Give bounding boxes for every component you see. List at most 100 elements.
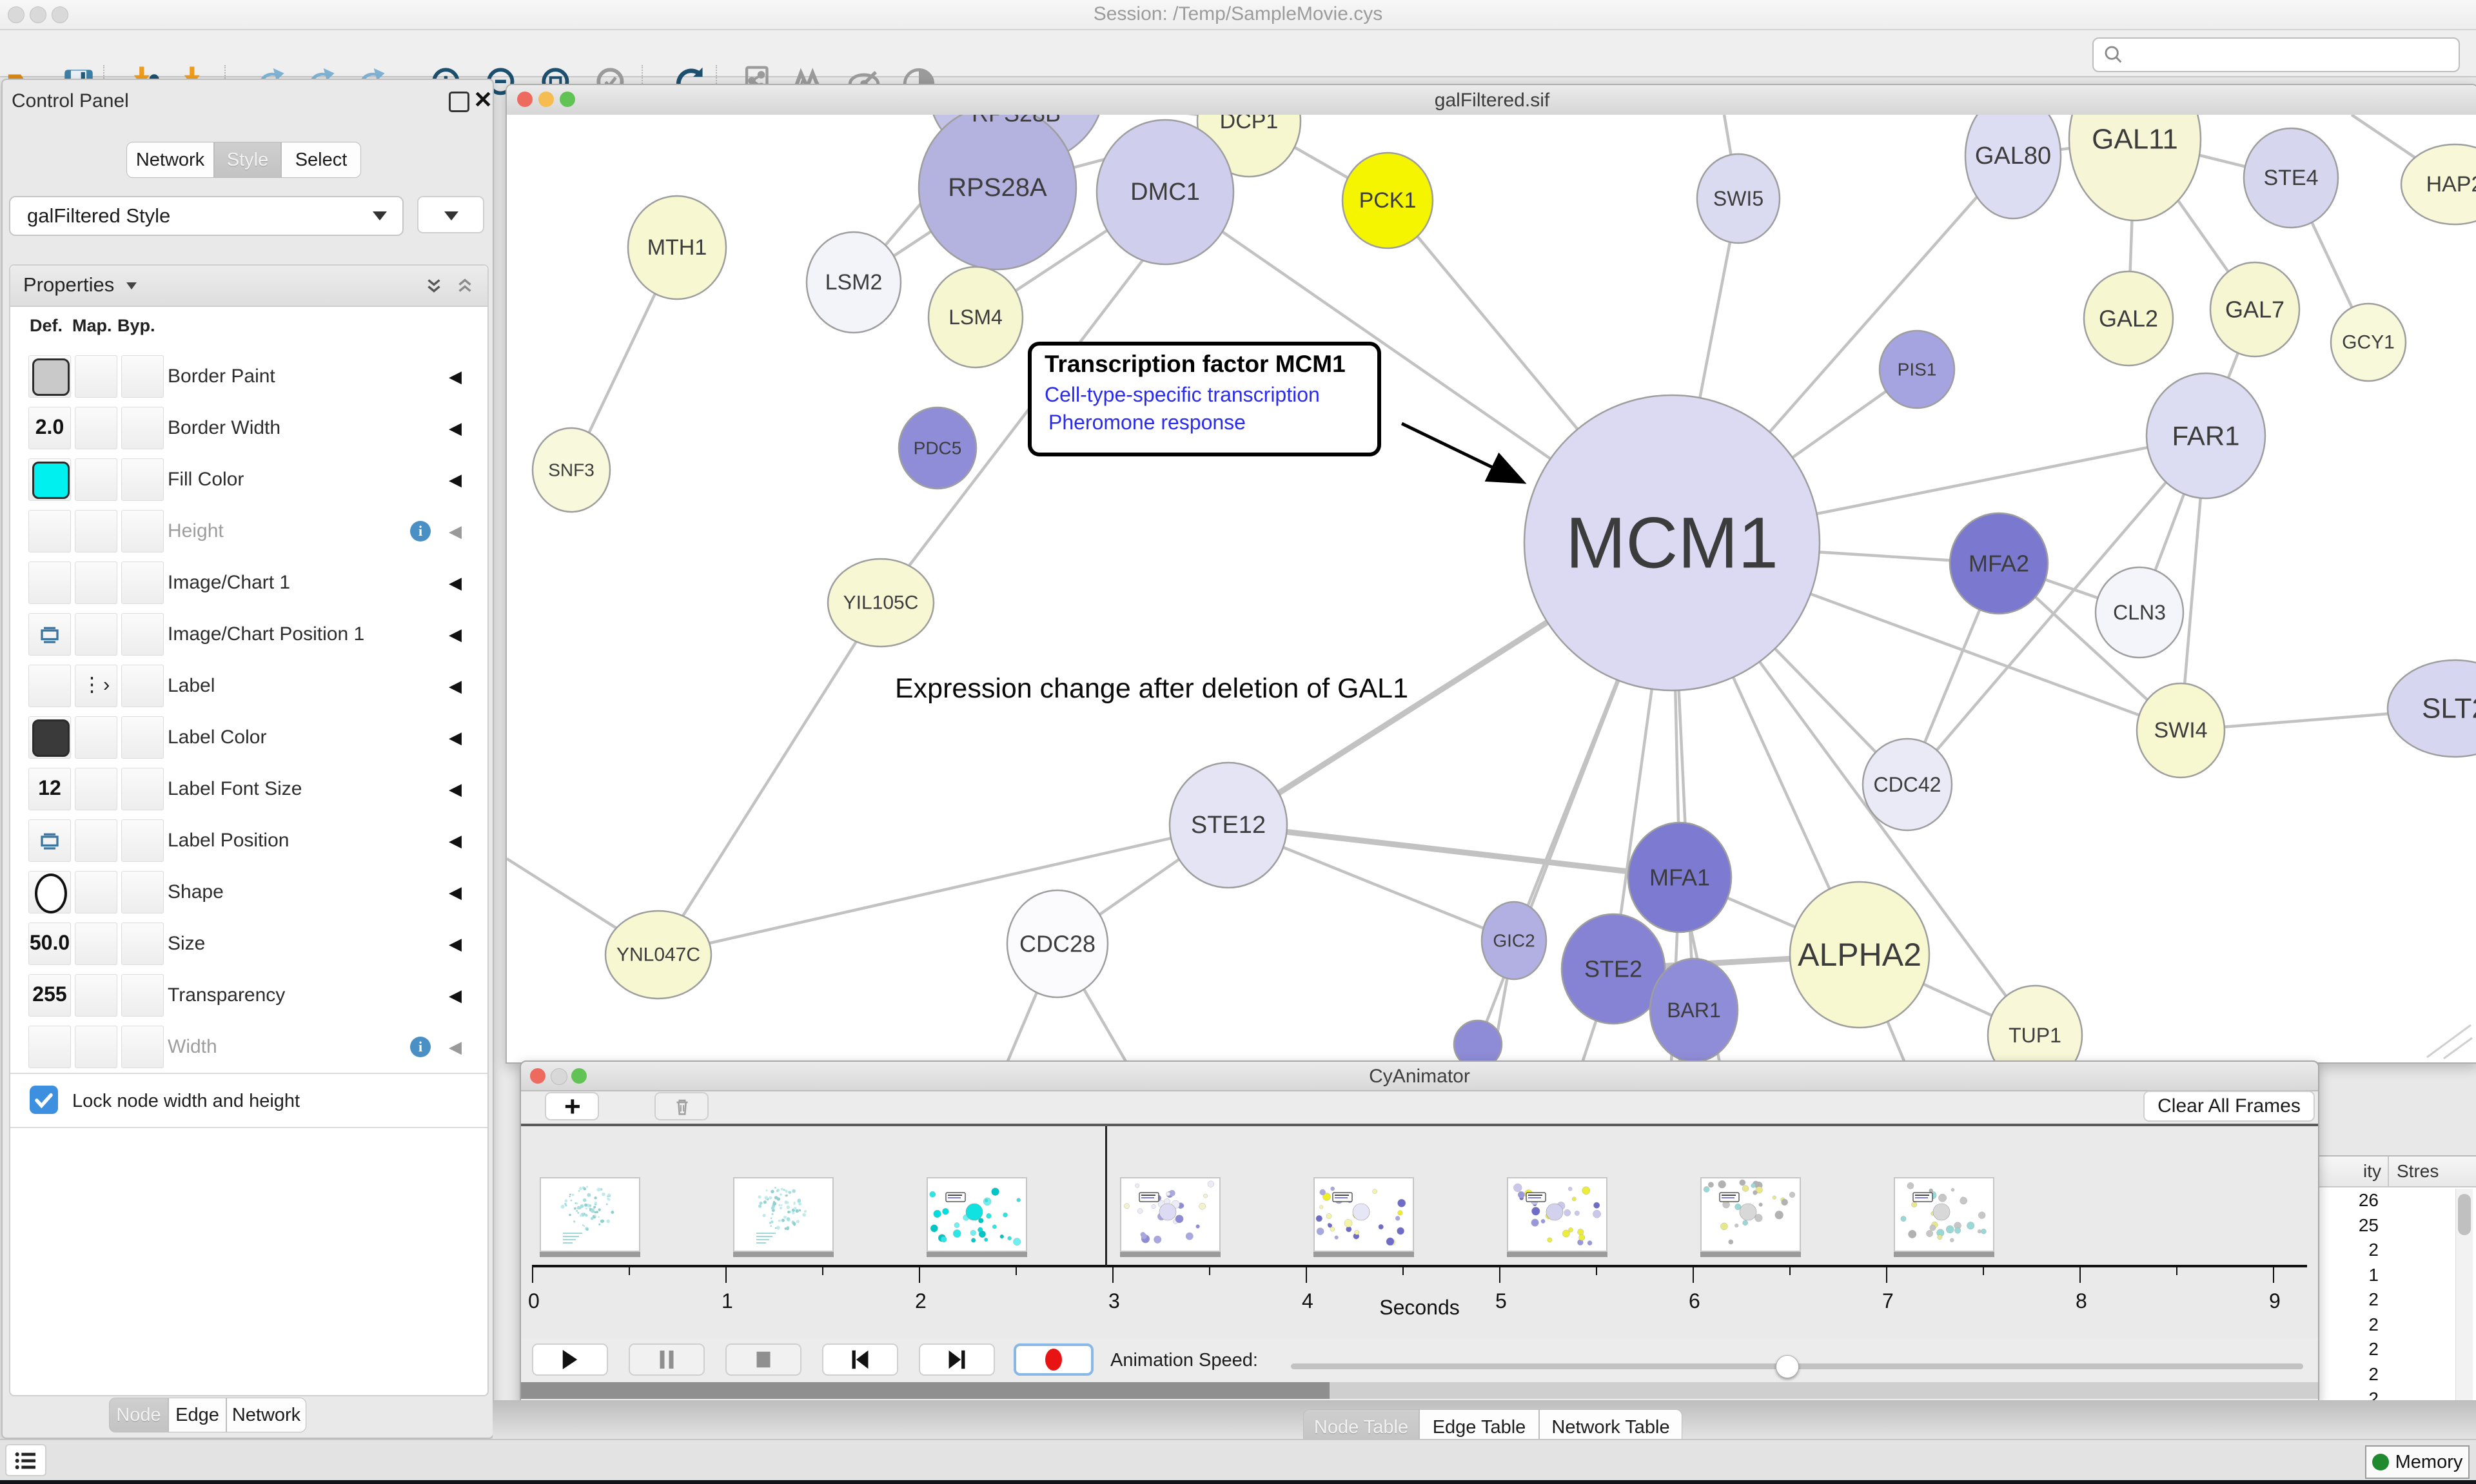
annotation-link-1[interactable]: Cell-type-specific transcription [1045, 383, 1377, 407]
tab-network[interactable]: Network [126, 142, 214, 178]
style-selector[interactable]: galFiltered Style [9, 196, 404, 236]
lock-checkbox[interactable] [30, 1086, 58, 1114]
network-annotation[interactable]: Transcription factor MCM1 Cell-type-spec… [1028, 342, 1381, 456]
timeline-area[interactable]: 0123456789 Seconds [521, 1126, 2318, 1339]
frame-thumbnail-3[interactable] [1120, 1177, 1221, 1252]
scrollbar-thumb[interactable] [521, 1382, 1330, 1399]
expand-arrow-icon[interactable]: ◀ [449, 866, 462, 918]
panel-close-icon[interactable]: ✕ [473, 86, 493, 113]
expand-arrow-icon[interactable]: ◀ [449, 557, 462, 609]
bypass-cell[interactable] [121, 407, 164, 449]
style-options-button[interactable] [417, 196, 484, 233]
frame-thumbnail-0[interactable] [540, 1177, 640, 1252]
default-cell[interactable] [28, 665, 71, 707]
column-header-stress[interactable]: Stres [2397, 1161, 2439, 1182]
search-box[interactable] [2092, 37, 2460, 72]
property-row-image-chart-position-1[interactable]: Image/Chart Position 1◀ [10, 609, 487, 661]
bypass-cell[interactable] [121, 355, 164, 398]
bypass-cell[interactable] [121, 871, 164, 913]
annotation-link-2[interactable]: Pheromone response [1048, 411, 1377, 434]
mapping-cell[interactable] [75, 561, 117, 604]
property-row-border-paint[interactable]: Border Paint◀ [10, 351, 487, 404]
panel-tab-node[interactable]: Node [109, 1398, 168, 1432]
table-cell[interactable]: 2 [2319, 1364, 2379, 1385]
bypass-cell[interactable] [121, 561, 164, 604]
bypass-cell[interactable] [121, 974, 164, 1017]
default-cell[interactable] [28, 561, 71, 604]
table-cell[interactable]: 2 [2319, 1314, 2379, 1335]
table-cell[interactable]: 2 [2319, 1339, 2379, 1360]
bypass-cell[interactable] [121, 819, 164, 862]
mapping-cell[interactable] [75, 1026, 117, 1068]
expand-all-icon[interactable] [423, 275, 445, 297]
default-cell[interactable] [28, 1026, 71, 1068]
property-row-label-color[interactable]: Label Color◀ [10, 712, 487, 765]
property-row-image-chart-1[interactable]: Image/Chart 1◀ [10, 557, 487, 610]
default-cell[interactable]: 2.0 [28, 407, 71, 449]
collapse-all-icon[interactable] [454, 275, 476, 297]
mapping-cell[interactable] [75, 716, 117, 759]
bypass-cell[interactable] [121, 665, 164, 707]
expand-arrow-icon[interactable]: ◀ [449, 402, 462, 454]
mapping-cell[interactable] [75, 768, 117, 810]
network-node-N1[interactable] [1454, 1020, 1502, 1062]
memory-button[interactable]: Memory [2365, 1445, 2470, 1479]
frame-thumbnail-5[interactable] [1507, 1177, 1607, 1252]
table-cell[interactable]: 26 [2319, 1190, 2379, 1211]
bypass-cell[interactable] [121, 510, 164, 552]
default-cell[interactable]: 12 [28, 768, 71, 810]
default-cell[interactable] [28, 355, 71, 398]
expand-arrow-icon[interactable]: ◀ [449, 609, 462, 660]
property-row-size[interactable]: 50.0Size◀ [10, 918, 487, 971]
mapping-cell[interactable] [75, 974, 117, 1017]
bypass-cell[interactable] [121, 458, 164, 501]
bypass-cell[interactable] [121, 768, 164, 810]
tab-select[interactable]: Select [281, 142, 361, 178]
bypass-cell[interactable] [121, 716, 164, 759]
speed-slider[interactable] [1291, 1355, 2303, 1377]
default-cell[interactable] [28, 716, 71, 759]
expand-arrow-icon[interactable]: ◀ [449, 712, 462, 763]
table-cell[interactable]: 2 [2319, 1240, 2379, 1260]
frame-thumbnail-1[interactable] [733, 1177, 834, 1252]
go-to-start-button[interactable] [822, 1343, 898, 1376]
add-frame-button[interactable]: + [545, 1092, 599, 1120]
frame-thumbnail-4[interactable] [1313, 1177, 1414, 1252]
default-cell[interactable] [28, 871, 71, 913]
property-row-transparency[interactable]: 255Transparency◀ [10, 970, 487, 1022]
expand-arrow-icon[interactable]: ◀ [449, 815, 462, 866]
playhead[interactable] [1105, 1126, 1107, 1266]
scrollbar-thumb[interactable] [2458, 1194, 2471, 1235]
record-button[interactable] [1014, 1343, 1094, 1376]
frame-thumbnail-7[interactable] [1894, 1177, 1994, 1252]
default-cell[interactable] [28, 819, 71, 862]
frame-thumbnail-2[interactable] [927, 1177, 1027, 1252]
property-row-fill-color[interactable]: Fill Color◀ [10, 454, 487, 507]
mapping-cell[interactable] [75, 923, 117, 965]
stop-button[interactable] [725, 1343, 801, 1376]
tab-style[interactable]: Style [214, 142, 281, 178]
clear-all-frames-button[interactable]: Clear All Frames [2143, 1091, 2315, 1122]
panel-tab-edge[interactable]: Edge [168, 1398, 226, 1432]
mapping-cell[interactable] [75, 819, 117, 862]
network-canvas[interactable]: RPS28BDCP1RPS28ADMC1PCK1MTH1LSM2LSM4SWI5… [507, 115, 2476, 1062]
expand-arrow-icon[interactable]: ◀ [449, 660, 462, 712]
property-row-label-position[interactable]: Label Position◀ [10, 815, 487, 868]
default-cell[interactable]: 50.0 [28, 923, 71, 965]
mapping-cell[interactable] [75, 510, 117, 552]
property-row-label[interactable]: ⋮›Label◀ [10, 660, 487, 713]
bypass-cell[interactable] [121, 1026, 164, 1068]
show-panels-button[interactable] [5, 1444, 46, 1476]
property-row-shape[interactable]: Shape◀ [10, 866, 487, 919]
expand-arrow-icon[interactable]: ◀ [449, 351, 462, 402]
default-cell[interactable] [28, 613, 71, 656]
expand-arrow-icon[interactable]: ◀ [449, 918, 462, 970]
frame-thumbnail-6[interactable] [1700, 1177, 1801, 1252]
pause-button[interactable] [629, 1343, 705, 1376]
bypass-cell[interactable] [121, 613, 164, 656]
expand-arrow-icon[interactable]: ◀ [449, 763, 462, 815]
resize-grip-icon[interactable] [2427, 1025, 2472, 1059]
property-row-label-font-size[interactable]: 12Label Font Size◀ [10, 763, 487, 816]
properties-header[interactable]: Properties [10, 266, 487, 307]
mapping-cell[interactable] [75, 613, 117, 656]
